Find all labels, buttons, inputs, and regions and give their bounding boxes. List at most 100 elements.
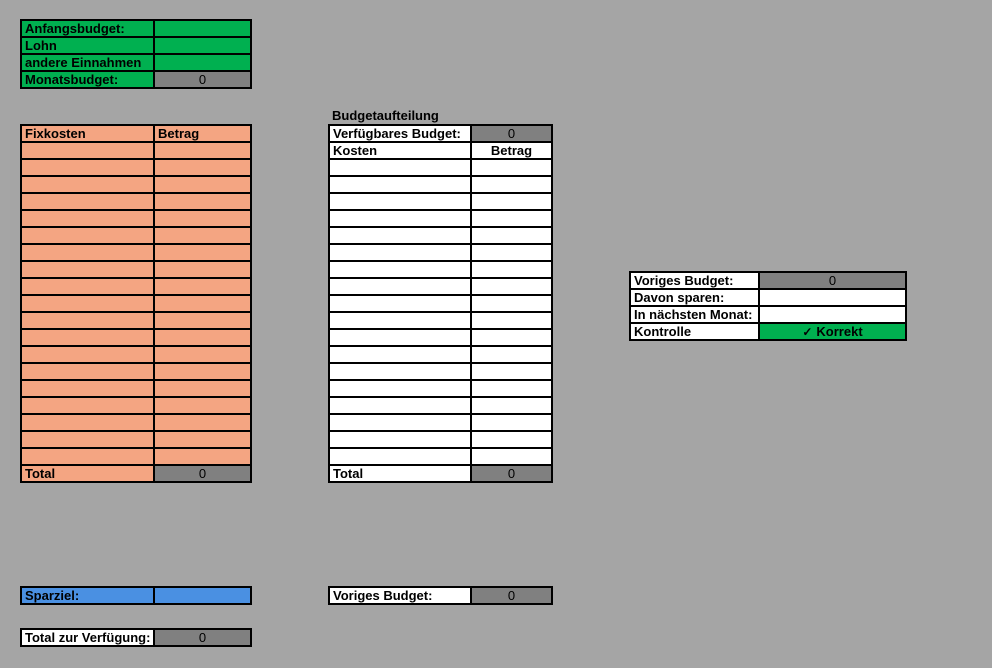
control-previous-value[interactable]: 0	[758, 271, 907, 290]
fixed-costs-total-label: Total	[20, 464, 155, 483]
fixed-cost-amount-cell[interactable]	[153, 396, 252, 415]
split-cost-name-cell[interactable]	[328, 192, 472, 211]
fixed-costs-total-value[interactable]: 0	[153, 464, 252, 483]
fixed-cost-amount-cell[interactable]	[153, 209, 252, 228]
fixed-cost-name-cell[interactable]	[20, 158, 155, 177]
split-cost-amount-cell[interactable]	[470, 328, 553, 347]
fixed-cost-name-cell[interactable]	[20, 209, 155, 228]
fixed-cost-amount-cell[interactable]	[153, 192, 252, 211]
split-cost-amount-cell[interactable]	[470, 209, 553, 228]
fixed-cost-name-cell[interactable]	[20, 192, 155, 211]
fixed-cost-amount-cell[interactable]	[153, 362, 252, 381]
fixed-cost-name-cell[interactable]	[20, 430, 155, 449]
fixed-cost-amount-cell[interactable]	[153, 413, 252, 432]
previous-budget-row: Voriges Budget: 0	[328, 586, 553, 605]
split-cost-amount-cell[interactable]	[470, 362, 553, 381]
fixed-cost-amount-cell[interactable]	[153, 430, 252, 449]
fixed-cost-amount-cell[interactable]	[153, 260, 252, 279]
fixed-cost-name-cell[interactable]	[20, 413, 155, 432]
split-cost-name-cell[interactable]	[328, 328, 472, 347]
split-cost-name-cell[interactable]	[328, 379, 472, 398]
split-cost-name-cell[interactable]	[328, 311, 472, 330]
split-cost-name-cell[interactable]	[328, 362, 472, 381]
split-cost-amount-cell[interactable]	[470, 447, 553, 466]
fixed-cost-amount-cell[interactable]	[153, 158, 252, 177]
fixed-cost-name-cell[interactable]	[20, 175, 155, 194]
split-cost-amount-cell[interactable]	[470, 311, 553, 330]
fixed-cost-name-cell[interactable]	[20, 294, 155, 313]
split-cost-amount-cell[interactable]	[470, 192, 553, 211]
monthly-budget-label: Monatsbudget:	[20, 70, 155, 89]
fixed-cost-name-cell[interactable]	[20, 345, 155, 364]
split-cost-name-cell[interactable]	[328, 277, 472, 296]
fixed-cost-amount-cell[interactable]	[153, 226, 252, 245]
split-cost-amount-cell[interactable]	[470, 243, 553, 262]
split-cost-name-cell[interactable]	[328, 396, 472, 415]
income-row-other: andere Einnahmen	[20, 53, 252, 72]
fixed-cost-amount-cell[interactable]	[153, 243, 252, 262]
split-cost-name-cell[interactable]	[328, 209, 472, 228]
control-save-cell[interactable]	[758, 288, 907, 307]
split-cost-amount-cell[interactable]	[470, 413, 553, 432]
fixed-cost-amount-cell[interactable]	[153, 379, 252, 398]
fixed-cost-amount-cell[interactable]	[153, 175, 252, 194]
split-cost-name-cell[interactable]	[328, 413, 472, 432]
fixed-cost-amount-cell[interactable]	[153, 447, 252, 466]
fixed-cost-name-cell[interactable]	[20, 328, 155, 347]
total-available-value[interactable]: 0	[153, 628, 252, 647]
split-cost-name-cell[interactable]	[328, 158, 472, 177]
split-cost-name-cell[interactable]	[328, 447, 472, 466]
control-check-cell[interactable]: ✓ Korrekt	[758, 322, 907, 341]
budget-split-row	[328, 226, 553, 245]
split-cost-amount-cell[interactable]	[470, 294, 553, 313]
fixed-cost-row	[20, 396, 252, 415]
fixed-cost-name-cell[interactable]	[20, 396, 155, 415]
fixed-cost-amount-cell[interactable]	[153, 311, 252, 330]
fixed-cost-name-cell[interactable]	[20, 243, 155, 262]
budget-split-row	[328, 209, 553, 228]
fixed-cost-amount-cell[interactable]	[153, 294, 252, 313]
split-cost-name-cell[interactable]	[328, 430, 472, 449]
fixed-cost-name-cell[interactable]	[20, 447, 155, 466]
split-cost-amount-cell[interactable]	[470, 158, 553, 177]
split-cost-amount-cell[interactable]	[470, 226, 553, 245]
fixed-cost-name-cell[interactable]	[20, 141, 155, 160]
other-income-cell[interactable]	[153, 53, 252, 72]
split-cost-amount-cell[interactable]	[470, 175, 553, 194]
split-cost-name-cell[interactable]	[328, 175, 472, 194]
fixed-cost-name-cell[interactable]	[20, 260, 155, 279]
split-cost-name-cell[interactable]	[328, 260, 472, 279]
fixed-cost-amount-cell[interactable]	[153, 277, 252, 296]
control-next-label: In nächsten Monat:	[629, 305, 760, 324]
split-cost-amount-cell[interactable]	[470, 345, 553, 364]
control-save-label: Davon sparen:	[629, 288, 760, 307]
fixed-cost-amount-cell[interactable]	[153, 328, 252, 347]
fixed-cost-name-cell[interactable]	[20, 226, 155, 245]
split-cost-amount-cell[interactable]	[470, 396, 553, 415]
fixed-cost-amount-cell[interactable]	[153, 345, 252, 364]
control-next-cell[interactable]	[758, 305, 907, 324]
salary-cell[interactable]	[153, 36, 252, 55]
split-cost-name-cell[interactable]	[328, 345, 472, 364]
fixed-cost-name-cell[interactable]	[20, 311, 155, 330]
split-cost-amount-cell[interactable]	[470, 430, 553, 449]
split-cost-name-cell[interactable]	[328, 226, 472, 245]
fixed-cost-name-cell[interactable]	[20, 362, 155, 381]
split-cost-name-cell[interactable]	[328, 243, 472, 262]
fixed-cost-name-cell[interactable]	[20, 379, 155, 398]
budget-split-total-value[interactable]: 0	[470, 464, 553, 483]
control-table: Voriges Budget: 0 Davon sparen: In nächs…	[629, 271, 907, 341]
start-budget-cell[interactable]	[153, 19, 252, 38]
split-cost-amount-cell[interactable]	[470, 277, 553, 296]
monthly-budget-value[interactable]: 0	[153, 70, 252, 89]
previous-budget-value[interactable]: 0	[470, 586, 553, 605]
budget-split-row	[328, 192, 553, 211]
fixed-cost-name-cell[interactable]	[20, 277, 155, 296]
savings-goal-cell[interactable]	[153, 586, 252, 605]
fixed-cost-amount-cell[interactable]	[153, 141, 252, 160]
split-cost-amount-cell[interactable]	[470, 260, 553, 279]
split-cost-name-cell[interactable]	[328, 294, 472, 313]
available-budget-value[interactable]: 0	[470, 124, 553, 143]
income-table: Anfangsbudget: Lohn andere Einnahmen Mon…	[20, 19, 252, 89]
split-cost-amount-cell[interactable]	[470, 379, 553, 398]
